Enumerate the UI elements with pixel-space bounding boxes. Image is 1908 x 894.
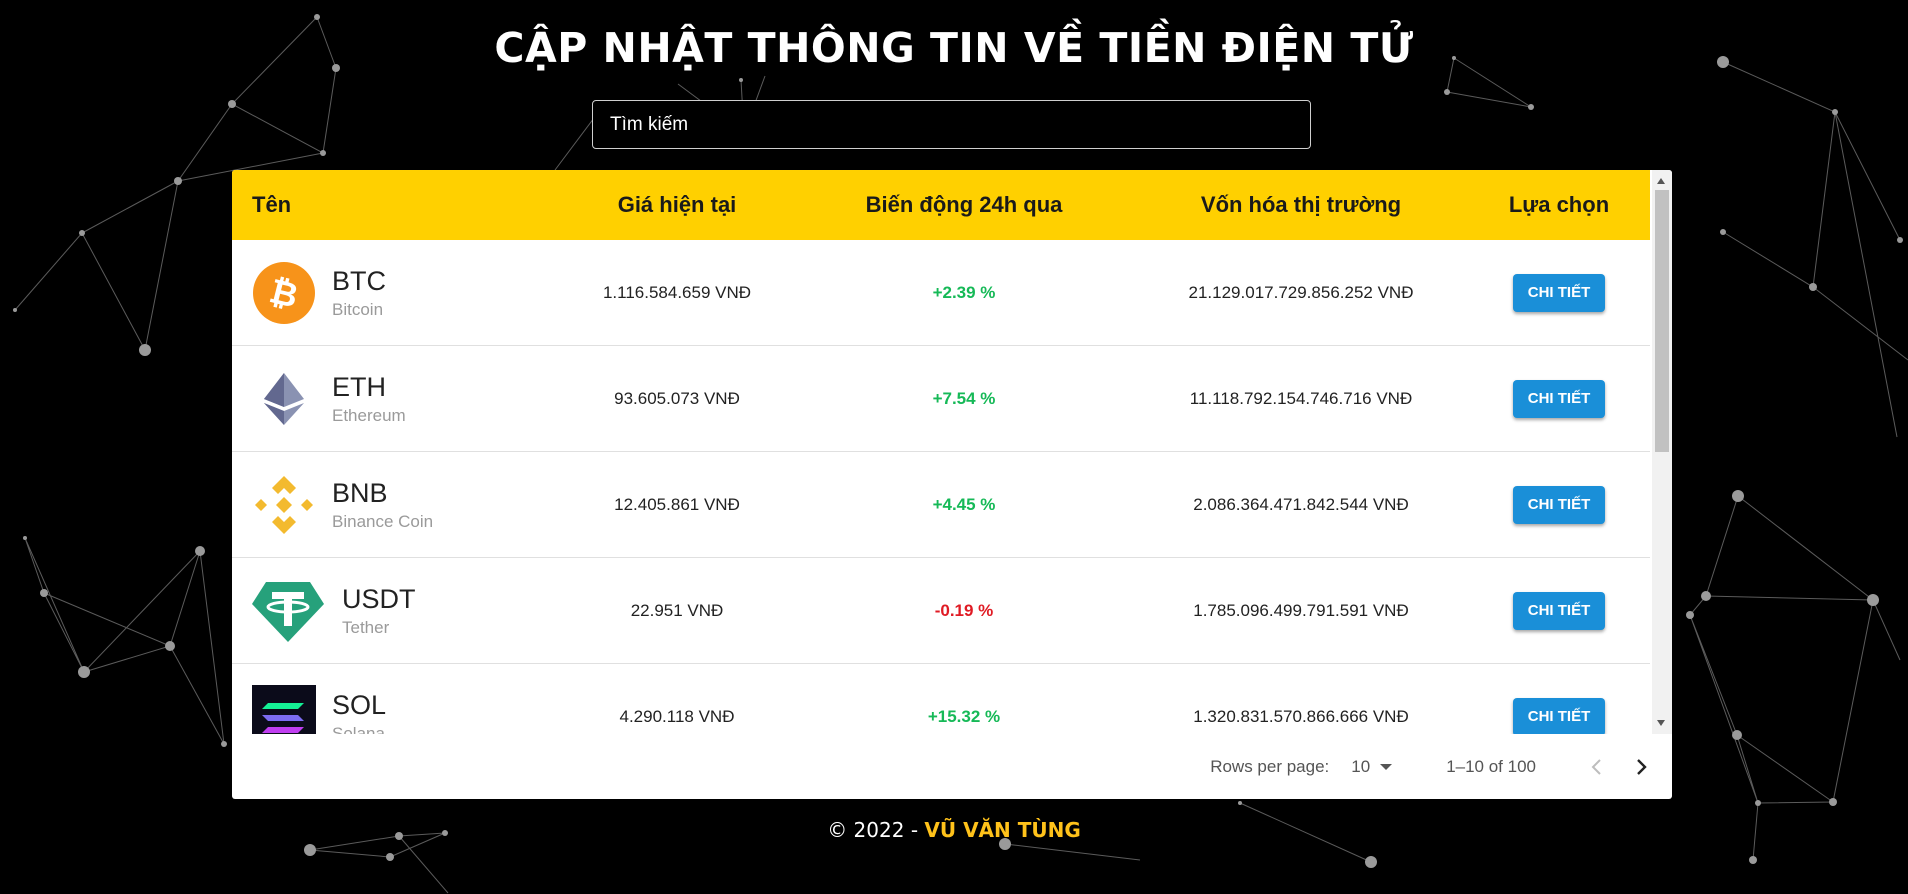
table-pagination: Rows per page: 10 1–10 of 100 xyxy=(232,734,1672,799)
action-cell: CHI TIẾT xyxy=(1468,273,1650,312)
coin-symbol: ETH xyxy=(332,371,386,402)
market-cap-cell: 1.785.096.499.791.591 VNĐ xyxy=(1193,600,1409,620)
market-cap-cell: 21.129.017.729.856.252 VNĐ xyxy=(1188,282,1414,302)
coin-cell: BNB Binance Coin xyxy=(232,473,560,537)
detail-button[interactable]: CHI TIẾT xyxy=(1513,273,1605,312)
page-title: CẬP NHẬT THÔNG TIN VỀ TIỀN ĐIỆN TỬ xyxy=(494,24,1414,72)
header-change[interactable]: Biến động 24h qua xyxy=(794,192,1134,218)
footer-copyright: © 2022 - VŨ VĂN TÙNG xyxy=(0,818,1908,842)
price-cell: 1.116.584.659 VNĐ xyxy=(602,282,752,302)
coin-symbol: USDT xyxy=(342,583,416,614)
tether-icon xyxy=(252,579,324,643)
search-input[interactable] xyxy=(593,101,1310,148)
coin-symbol: BNB xyxy=(332,477,388,508)
coin-name: Binance Coin xyxy=(332,511,434,531)
header-price[interactable]: Giá hiện tại xyxy=(560,192,794,218)
header-name[interactable]: Tên xyxy=(232,192,560,218)
detail-button[interactable]: CHI TIẾT xyxy=(1513,697,1605,734)
search-box[interactable] xyxy=(592,100,1311,149)
price-cell: 93.605.073 VNĐ xyxy=(614,388,740,408)
coin-name: Solana xyxy=(332,723,385,735)
rows-per-page-select[interactable]: 10 xyxy=(1351,756,1393,777)
next-page-button[interactable] xyxy=(1624,750,1658,784)
change-cell: -0.19 % xyxy=(934,600,994,620)
chevron-right-icon xyxy=(1637,758,1647,775)
action-cell: CHI TIẾT xyxy=(1468,697,1650,734)
action-cell: CHI TIẾT xyxy=(1468,591,1650,630)
table-scroll-area[interactable]: Tên Giá hiện tại Biến động 24h qua Vốn h… xyxy=(232,170,1650,734)
detail-button[interactable]: CHI TIẾT xyxy=(1513,379,1605,418)
market-cap-cell: 11.118.792.154.746.716 VNĐ xyxy=(1189,388,1413,408)
coin-cell: SOL Solana xyxy=(232,684,560,735)
change-cell: +15.32 % xyxy=(927,706,1001,726)
detail-button[interactable]: CHI TIẾT xyxy=(1513,485,1605,524)
change-cell: +2.39 % xyxy=(932,282,996,302)
detail-button[interactable]: CHI TIẾT xyxy=(1513,591,1605,630)
coin-cell: ETH Ethereum xyxy=(232,367,560,431)
vertical-scrollbar[interactable] xyxy=(1652,170,1672,734)
price-cell: 12.405.861 VNĐ xyxy=(614,494,740,514)
rows-per-page-value: 10 xyxy=(1351,756,1371,776)
copyright-text: © 2022 - xyxy=(827,818,925,842)
coin-symbol: BTC xyxy=(332,265,386,296)
coin-name: Ethereum xyxy=(332,405,406,425)
action-cell: CHI TIẾT xyxy=(1468,379,1650,418)
table-row: BNB Binance Coin 12.405.861 VNĐ +4.45 % … xyxy=(232,452,1650,558)
previous-page-button[interactable] xyxy=(1580,750,1614,784)
scroll-up-arrow-icon[interactable] xyxy=(1657,178,1665,184)
crypto-table: Tên Giá hiện tại Biến động 24h qua Vốn h… xyxy=(232,170,1672,799)
header-action: Lựa chọn xyxy=(1508,192,1610,217)
binance-coin-icon xyxy=(252,473,316,537)
price-cell: 22.951 VNĐ xyxy=(630,600,724,620)
table-row: SOL Solana 4.290.118 VNĐ +15.32 % 1.320.… xyxy=(232,664,1650,734)
caret-down-icon xyxy=(1380,763,1393,770)
chevron-left-icon xyxy=(1591,758,1601,775)
market-cap-cell: 2.086.364.471.842.544 VNĐ xyxy=(1193,494,1409,514)
table-row: ETH Ethereum 93.605.073 VNĐ +7.54 % 11.1… xyxy=(232,346,1650,452)
page-range-label: 1–10 of 100 xyxy=(1446,756,1536,776)
scrollbar-thumb[interactable] xyxy=(1655,190,1669,452)
table-header: Tên Giá hiện tại Biến động 24h qua Vốn h… xyxy=(232,170,1650,240)
change-cell: +7.54 % xyxy=(932,388,996,408)
change-cell: +4.45 % xyxy=(932,494,996,514)
coin-symbol: SOL xyxy=(332,689,387,720)
coin-name: Tether xyxy=(342,617,390,637)
bitcoin-icon: ₿ xyxy=(252,261,316,325)
coin-cell: USDT Tether xyxy=(232,579,560,643)
coin-cell: ₿ BTC Bitcoin xyxy=(232,261,560,325)
table-row: USDT Tether 22.951 VNĐ -0.19 % 1.785.096… xyxy=(232,558,1650,664)
scroll-down-arrow-icon[interactable] xyxy=(1657,720,1665,726)
market-cap-cell: 1.320.831.570.866.666 VNĐ xyxy=(1193,706,1409,726)
table-row: ₿ BTC Bitcoin 1.116.584.659 VNĐ +2.39 % … xyxy=(232,240,1650,346)
action-cell: CHI TIẾT xyxy=(1468,485,1650,524)
solana-icon xyxy=(252,684,316,734)
author-name: VŨ VĂN TÙNG xyxy=(924,818,1081,842)
header-market-cap[interactable]: Vốn hóa thị trường xyxy=(1134,192,1468,218)
rows-per-page-label: Rows per page: xyxy=(1210,756,1330,776)
ethereum-icon xyxy=(252,367,316,431)
price-cell: 4.290.118 VNĐ xyxy=(619,706,735,726)
coin-name: Bitcoin xyxy=(332,299,384,319)
